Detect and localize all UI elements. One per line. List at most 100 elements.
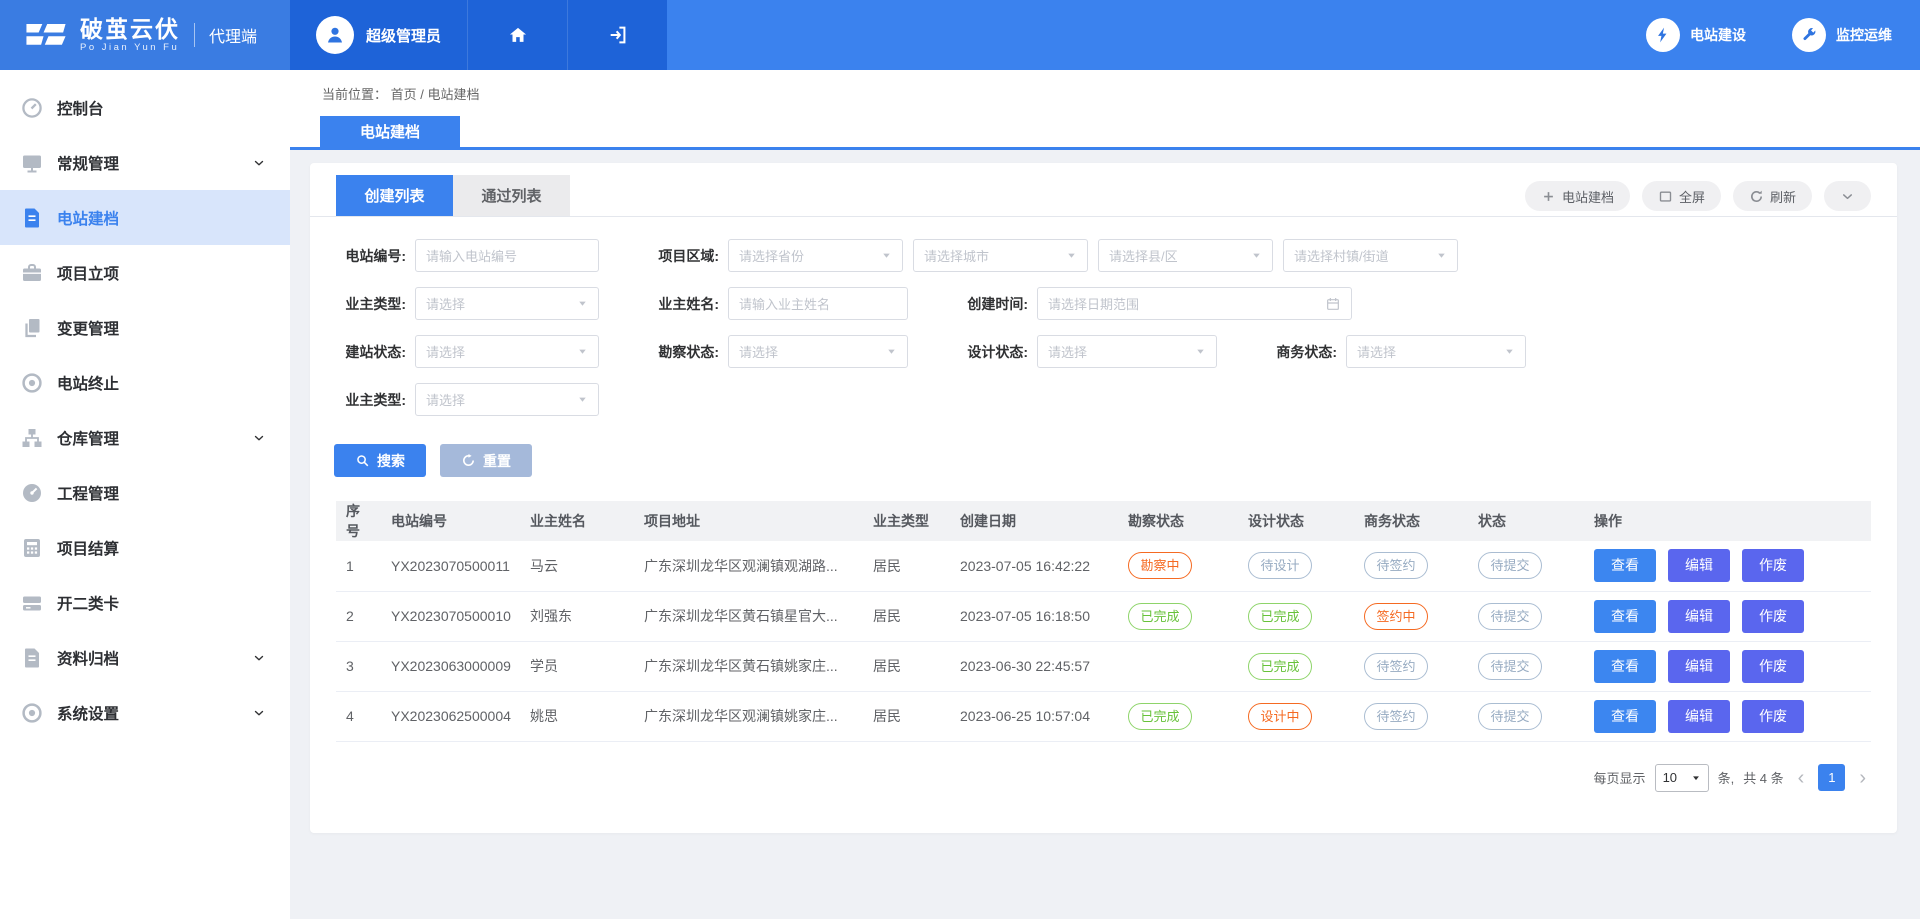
brand-portal: 代理端 bbox=[194, 23, 257, 47]
sidebar-item-电站建档[interactable]: 电站建档 bbox=[0, 190, 290, 245]
fullscreen-icon bbox=[1658, 189, 1673, 204]
column-header-设计状态: 设计状态 bbox=[1238, 501, 1354, 541]
logout-icon bbox=[607, 24, 629, 46]
logout-button[interactable] bbox=[567, 0, 667, 70]
chevron-down-icon bbox=[1840, 189, 1855, 204]
void-button[interactable]: 作废 bbox=[1742, 600, 1804, 633]
toolbar-电站建档-button[interactable]: 电站建档 bbox=[1525, 181, 1630, 211]
caret-down-icon bbox=[1691, 773, 1701, 783]
void-button[interactable]: 作废 bbox=[1742, 650, 1804, 683]
sidebar-item-开二类卡[interactable]: 开二类卡 bbox=[0, 575, 290, 630]
reset-button-label: 重置 bbox=[483, 451, 511, 471]
tab-创建列表[interactable]: 创建列表 bbox=[336, 175, 453, 216]
cell-address: 广东深圳龙华区黄石镇星官大... bbox=[634, 591, 863, 641]
breadcrumb-home[interactable]: 首页 bbox=[391, 87, 417, 102]
filter-form: 电站编号:请输入电站编号项目区域:请选择省份请选择城市请选择县/区请选择村镇/街… bbox=[310, 217, 1897, 416]
sidebar-item-label: 电站建档 bbox=[57, 207, 266, 229]
filter-select-业主类型:[interactable]: 请选择 bbox=[415, 287, 599, 320]
void-button[interactable]: 作废 bbox=[1742, 549, 1804, 582]
page-number-1[interactable]: 1 bbox=[1818, 764, 1845, 791]
toolbar-刷新-button[interactable]: 刷新 bbox=[1733, 181, 1812, 211]
tab-通过列表[interactable]: 通过列表 bbox=[453, 175, 570, 216]
filter-label: 勘察状态: bbox=[645, 342, 719, 362]
caret-down-icon bbox=[577, 298, 588, 309]
sidebar-item-仓库管理[interactable]: 仓库管理 bbox=[0, 410, 290, 465]
sidebar-item-label: 常规管理 bbox=[57, 152, 252, 174]
cell-actions: 查看编辑作废 bbox=[1584, 691, 1871, 741]
cell-seq: 1 bbox=[336, 541, 381, 591]
copy-icon bbox=[20, 316, 44, 340]
status-badge: 待签约 bbox=[1364, 552, 1428, 579]
filter-select-商务状态:[interactable]: 请选择 bbox=[1346, 335, 1526, 368]
filter-daterange[interactable]: 请选择日期范围 bbox=[1037, 287, 1352, 320]
status-badge: 待签约 bbox=[1364, 653, 1428, 680]
sidebar-item-项目结算[interactable]: 项目结算 bbox=[0, 520, 290, 575]
filter-input-业主姓名:[interactable]: 请输入业主姓名 bbox=[728, 287, 908, 320]
breadcrumb-current: 电站建档 bbox=[428, 87, 480, 102]
sidebar-item-变更管理[interactable]: 变更管理 bbox=[0, 300, 290, 355]
status-badge: 勘察中 bbox=[1128, 552, 1192, 579]
sidebar-item-label: 开二类卡 bbox=[57, 592, 266, 614]
filter-select-请选择城市[interactable]: 请选择城市 bbox=[913, 239, 1088, 272]
filter-select-业主类型:[interactable]: 请选择 bbox=[415, 383, 599, 416]
view-button[interactable]: 查看 bbox=[1594, 549, 1656, 582]
pagination: 每页显示 10 条, 共 4 条 ‹ 1 › bbox=[336, 764, 1871, 792]
breadcrumb: 当前位置： 首页 / 电站建档 bbox=[322, 84, 480, 103]
topnav-item-label: 监控运维 bbox=[1836, 25, 1892, 45]
sidebar-item-控制台[interactable]: 控制台 bbox=[0, 80, 290, 135]
sidebar-item-label: 资料归档 bbox=[57, 647, 252, 669]
user-menu[interactable]: 超级管理员 bbox=[290, 0, 467, 70]
sidebar-item-工程管理[interactable]: 工程管理 bbox=[0, 465, 290, 520]
sidebar-item-常规管理[interactable]: 常规管理 bbox=[0, 135, 290, 190]
reset-button[interactable]: 重置 bbox=[440, 444, 532, 477]
toolbar-expand-button[interactable] bbox=[1824, 181, 1871, 211]
topbar-middle: 超级管理员 bbox=[290, 0, 667, 70]
filter-select-请选择省份[interactable]: 请选择省份 bbox=[728, 239, 903, 272]
person-icon bbox=[323, 23, 347, 47]
topnav-item-1[interactable]: 监控运维 bbox=[1792, 18, 1892, 52]
filter-select-勘察状态:[interactable]: 请选择 bbox=[728, 335, 908, 368]
cell-owner-type: 居民 bbox=[863, 591, 950, 641]
filter-label: 电站编号: bbox=[332, 246, 406, 266]
edit-button[interactable]: 编辑 bbox=[1668, 650, 1730, 683]
sidebar-item-电站终止[interactable]: 电站终止 bbox=[0, 355, 290, 410]
toolbar-全屏-button[interactable]: 全屏 bbox=[1642, 181, 1721, 211]
cell-seq: 3 bbox=[336, 641, 381, 691]
status-badge: 待提交 bbox=[1478, 603, 1542, 630]
edit-button[interactable]: 编辑 bbox=[1668, 600, 1730, 633]
cell-address: 广东深圳龙华区观澜镇观湖路... bbox=[634, 541, 863, 591]
caret-down-icon bbox=[577, 394, 588, 405]
filter-label: 业主类型: bbox=[332, 390, 406, 410]
sidebar-item-项目立项[interactable]: 项目立项 bbox=[0, 245, 290, 300]
next-page-button[interactable]: › bbox=[1854, 768, 1871, 788]
edit-button[interactable]: 编辑 bbox=[1668, 549, 1730, 582]
per-page-select[interactable]: 10 bbox=[1655, 764, 1709, 792]
view-button[interactable]: 查看 bbox=[1594, 650, 1656, 683]
home-button[interactable] bbox=[467, 0, 567, 70]
cell-status: 待提交 bbox=[1468, 641, 1584, 691]
filter-label: 业主类型: bbox=[332, 294, 406, 314]
caret-down-icon bbox=[886, 346, 897, 357]
topnav-item-0[interactable]: 电站建设 bbox=[1646, 18, 1746, 52]
search-button[interactable]: 搜索 bbox=[334, 444, 426, 477]
edit-button[interactable]: 编辑 bbox=[1668, 700, 1730, 733]
filter-select-请选择村镇/街道[interactable]: 请选择村镇/街道 bbox=[1283, 239, 1458, 272]
filter-select-设计状态:[interactable]: 请选择 bbox=[1037, 335, 1217, 368]
column-header-项目地址: 项目地址 bbox=[634, 501, 863, 541]
sidebar-item-资料归档[interactable]: 资料归档 bbox=[0, 630, 290, 685]
sidebar-item-系统设置[interactable]: 系统设置 bbox=[0, 685, 290, 740]
avatar[interactable] bbox=[316, 16, 354, 54]
filter-actions: 搜索 重置 bbox=[334, 444, 1897, 477]
filter-select-请选择县/区[interactable]: 请选择县/区 bbox=[1098, 239, 1273, 272]
page-tab-active[interactable]: 电站建档 bbox=[320, 116, 460, 147]
table-header-row: 序号电站编号业主姓名项目地址业主类型创建日期勘察状态设计状态商务状态状态操作 bbox=[336, 501, 1871, 541]
cell-created: 2023-06-30 22:45:57 bbox=[950, 641, 1118, 691]
view-button[interactable]: 查看 bbox=[1594, 700, 1656, 733]
filter-input-电站编号:[interactable]: 请输入电站编号 bbox=[415, 239, 599, 272]
prev-page-button[interactable]: ‹ bbox=[1793, 768, 1810, 788]
topbar: 破茧云伏 Po Jian Yun Fu 代理端 超级管理员 电站建设 监控运维 bbox=[0, 0, 1920, 70]
void-button[interactable]: 作废 bbox=[1742, 700, 1804, 733]
view-button[interactable]: 查看 bbox=[1594, 600, 1656, 633]
filter-select-建站状态:[interactable]: 请选择 bbox=[415, 335, 599, 368]
lightning-icon bbox=[1654, 26, 1672, 44]
